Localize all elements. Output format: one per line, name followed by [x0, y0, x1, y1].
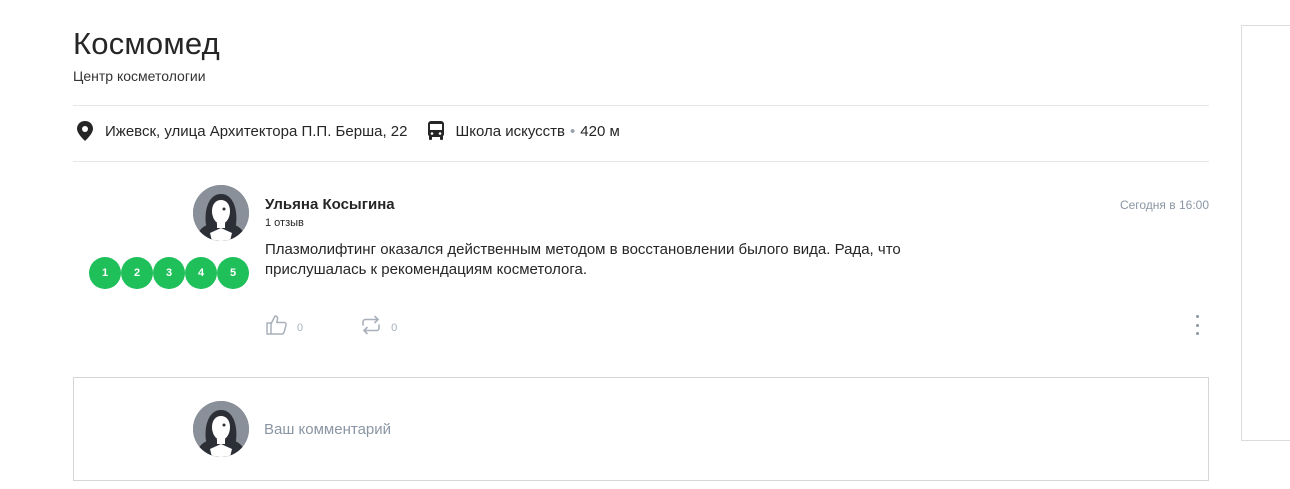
right-side-panel — [1241, 25, 1290, 441]
avatar — [193, 401, 249, 457]
repost-button[interactable]: 0 — [359, 313, 397, 342]
repost-icon — [359, 313, 383, 342]
review-date: Сегодня в 16:00 — [1119, 198, 1209, 212]
like-button[interactable]: 0 — [265, 313, 303, 342]
review-actions: 0 0 — [265, 313, 397, 342]
like-count: 0 — [297, 321, 304, 334]
divider — [73, 105, 1209, 106]
review-card: 1 2 3 4 5 Ульяна Косыгина 1 отзыв Сегодн… — [73, 175, 1209, 355]
review-text: Плазмолифтинг оказался действенным метод… — [265, 241, 901, 278]
org-title: Космомед — [73, 26, 220, 61]
repost-count: 0 — [391, 321, 398, 334]
transit-stop-link[interactable]: Школа искусств — [455, 123, 565, 140]
review-author[interactable]: Ульяна Косыгина — [265, 196, 395, 213]
rating-selector: 1 2 3 4 5 — [89, 257, 249, 289]
rating-5-button[interactable]: 5 — [217, 257, 249, 289]
comment-input[interactable] — [264, 416, 1164, 442]
more-icon[interactable] — [1189, 315, 1205, 335]
bus-icon — [424, 119, 448, 143]
org-category: Центр косметологии — [73, 68, 206, 84]
rating-2-button[interactable]: 2 — [121, 257, 153, 289]
divider — [73, 161, 1209, 162]
stop-distance: 420 м — [580, 122, 620, 140]
rating-4-button[interactable]: 4 — [185, 257, 217, 289]
comment-box — [73, 377, 1209, 481]
avatar[interactable] — [193, 185, 249, 241]
location-row: Ижевск, улица Архитектора П.П. Берша, 22… — [73, 118, 1209, 144]
map-pin-icon — [73, 119, 97, 143]
author-review-count: 1 отзыв — [265, 217, 304, 229]
rating-3-button[interactable]: 3 — [153, 257, 185, 289]
separator-dot: • — [570, 122, 576, 140]
like-icon — [265, 313, 289, 342]
rating-1-button[interactable]: 1 — [89, 257, 121, 289]
address-link[interactable]: Ижевск, улица Архитектора П.П. Берша, 22 — [105, 123, 407, 140]
